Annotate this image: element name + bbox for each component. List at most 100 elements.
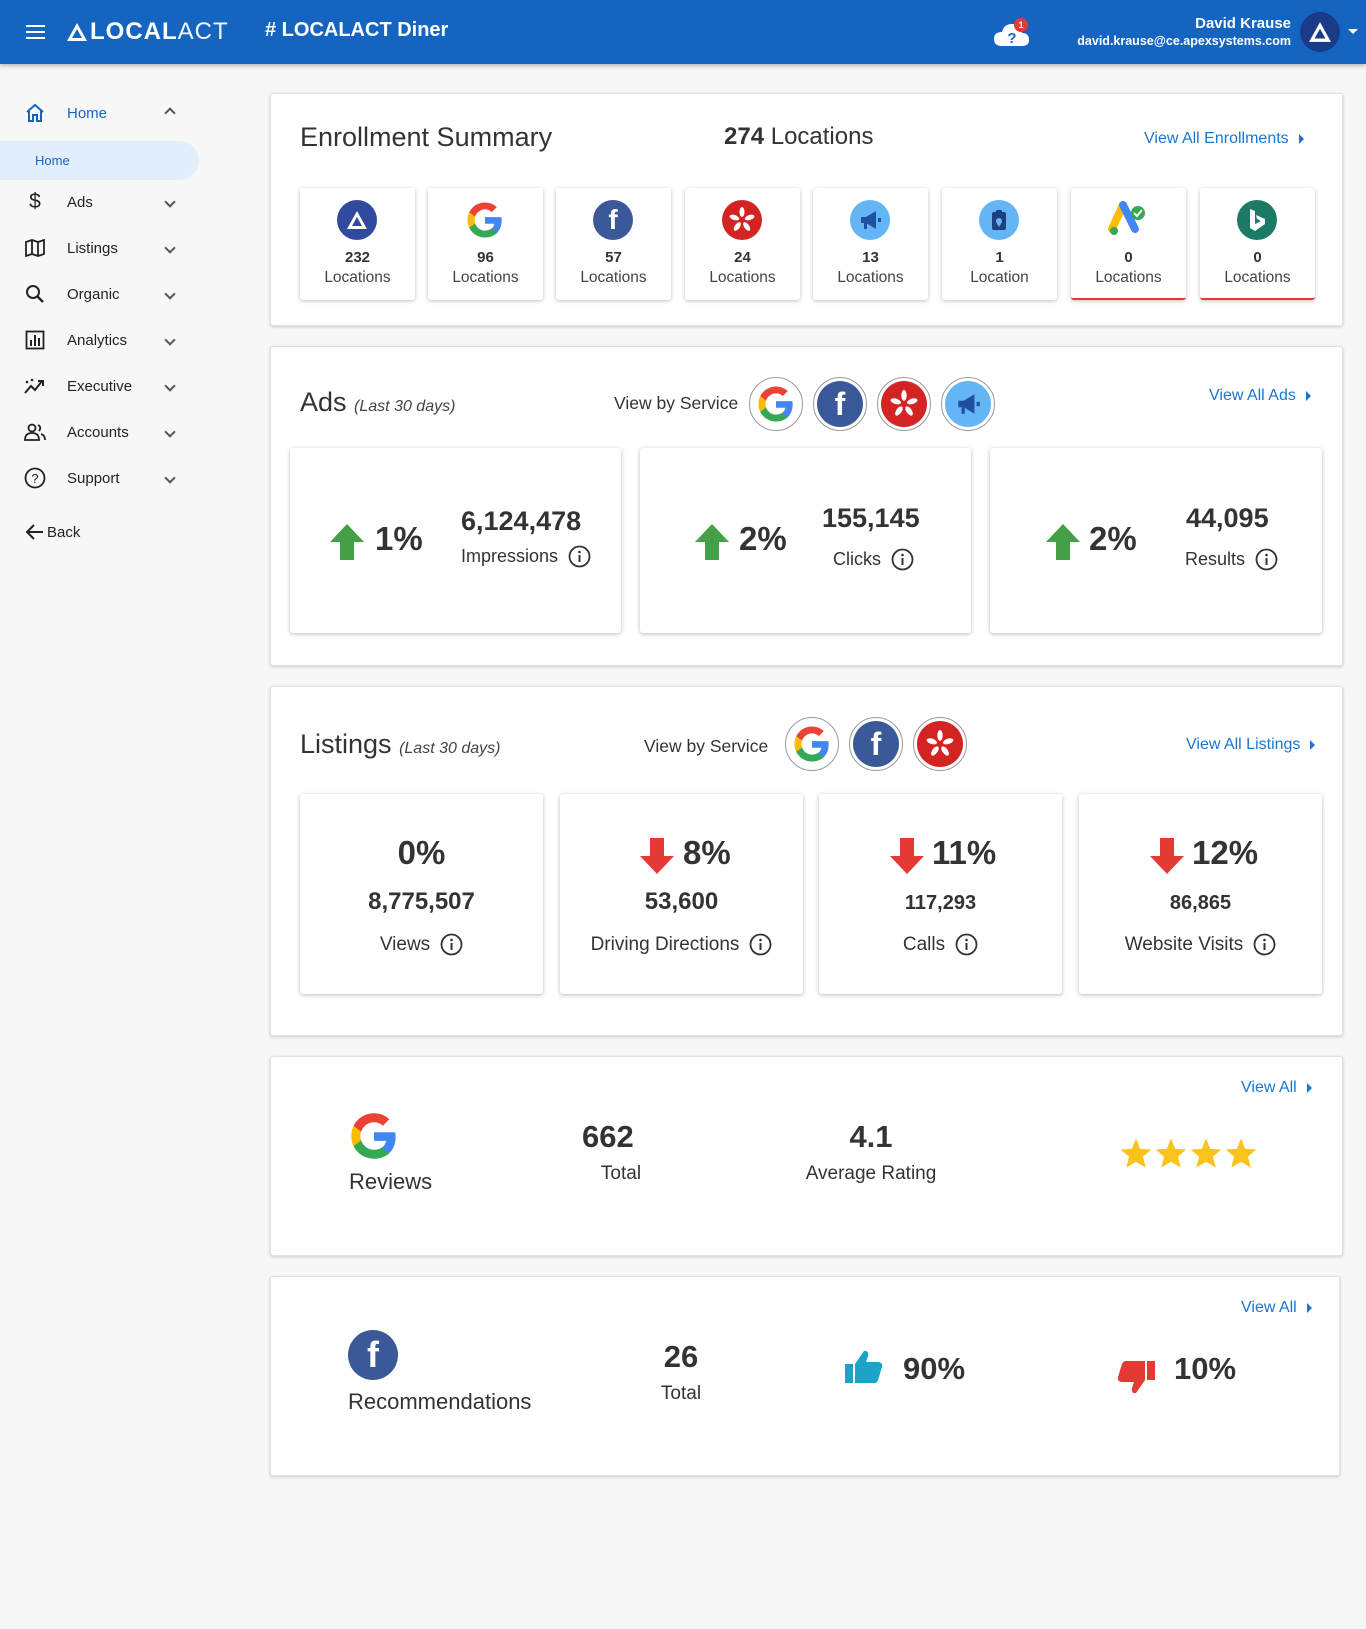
ads-clicks-label-text: Clicks <box>833 549 881 569</box>
total-locations-label: Locations <box>770 123 874 150</box>
enrollment-tile-facebook[interactable]: f 57 Locations <box>556 188 671 300</box>
enrollment-tile-google[interactable]: 96 Locations <box>428 188 543 300</box>
ads-impressions-label-text: Impressions <box>461 546 559 566</box>
view-all-recommendations-link[interactable]: View All <box>1241 1299 1312 1317</box>
view-all-listings-link[interactable]: View All Listings <box>1186 736 1315 754</box>
ads-results-label-text: Results <box>1185 549 1246 569</box>
tile-count: 96 <box>477 249 494 266</box>
ads-filter-google-button[interactable] <box>749 377 803 431</box>
enrollment-tile-bing[interactable]: 0 Locations <box>1200 188 1315 300</box>
back-button[interactable]: Back <box>0 512 200 552</box>
chevron-down-icon <box>164 426 176 438</box>
app-logo[interactable]: LOCAL ACT <box>66 18 229 46</box>
arrow-down-icon <box>1150 838 1184 874</box>
chevron-up-icon <box>164 107 176 119</box>
arrow-up-icon <box>695 524 729 560</box>
google-icon <box>351 1113 396 1159</box>
google-reviews-card: Reviews 662 Total 4.1 Average Rating Vie… <box>270 1056 1343 1256</box>
ads-metric-clicks: 2% 155,145 Clicks <box>640 448 971 633</box>
megaphone-icon <box>945 381 991 427</box>
average-rating-value: 4.1 <box>849 1119 893 1154</box>
sidebar-subitem-home[interactable]: Home <box>0 141 199 180</box>
info-icon[interactable] <box>749 933 772 956</box>
listings-directions-change: 8% <box>683 834 731 871</box>
menu-icon[interactable] <box>26 25 45 39</box>
enrollment-tile-megaphone[interactable]: 13 Locations <box>813 188 928 300</box>
map-pin-icon <box>979 200 1019 240</box>
analytics-icon <box>24 329 46 351</box>
listings-filter-yelp-button[interactable] <box>913 717 967 771</box>
facebook-recommendations-card: f Recommendations 26 Total 90% 10% View … <box>270 1276 1340 1476</box>
info-icon[interactable] <box>1255 548 1278 571</box>
dollar-icon: $ <box>29 190 41 213</box>
listings-calls-value: 117,293 <box>904 892 977 914</box>
tile-label: Locations <box>837 269 904 286</box>
home-icon <box>24 102 46 124</box>
localact-logo-icon <box>67 23 87 41</box>
ads-impressions-label: Impressions <box>461 545 591 568</box>
reviews-label: Reviews <box>349 1169 433 1194</box>
tile-label: Locations <box>709 269 776 286</box>
listings-filter-facebook-button[interactable]: f <box>849 717 903 771</box>
tile-count: 232 <box>344 249 371 266</box>
user-avatar[interactable] <box>1300 12 1340 52</box>
ads-period: (Last 30 days) <box>354 398 456 415</box>
recommendations-label: Recommendations <box>348 1389 532 1414</box>
ads-filter-facebook-button[interactable]: f <box>813 377 867 431</box>
chevron-down-icon <box>164 380 176 392</box>
negative-percent: 10% <box>1174 1351 1237 1386</box>
sidebar-item-organic[interactable]: Organic <box>0 274 200 314</box>
user-email: david.krause@ce.apexsystems.com <box>1077 34 1291 48</box>
info-icon[interactable] <box>568 545 591 568</box>
listings-calls-change: 11% <box>932 834 997 871</box>
ads-filter-megaphone-button[interactable] <box>941 377 995 431</box>
listings-website-label: Website Visits <box>1079 933 1322 956</box>
chevron-down-icon <box>164 334 176 346</box>
help-cloud-button[interactable]: ? 1 <box>992 18 1032 50</box>
listings-title: Listings (Last 30 days) <box>300 729 500 760</box>
ads-metric-impressions: 1% 6,124,478 Impressions <box>290 448 621 633</box>
google-icon <box>758 386 793 422</box>
listings-directions-value: 53,600 <box>644 888 719 915</box>
sidebar-item-home[interactable]: Home <box>0 93 200 133</box>
sidebar-subitem-label: Home <box>35 153 70 168</box>
arrow-down-icon <box>640 838 674 874</box>
star-icon <box>1155 1138 1187 1168</box>
tile-count: 24 <box>734 249 751 266</box>
ads-title: Ads (Last 30 days) <box>300 387 455 418</box>
chevron-down-icon <box>164 242 176 254</box>
recommendations-total-label: Total <box>660 1383 702 1404</box>
chevron-down-icon <box>164 196 176 208</box>
info-icon[interactable] <box>440 933 463 956</box>
enrollment-summary-title: Enrollment Summary <box>300 122 553 152</box>
facebook-icon: f <box>817 381 863 427</box>
sidebar-item-accounts[interactable]: Accounts <box>0 412 200 452</box>
ads-impressions-value: 6,124,478 <box>461 506 582 536</box>
sidebar-item-label: Accounts <box>67 423 129 441</box>
listings-website-label-text: Website Visits <box>1124 933 1244 955</box>
ads-filter-yelp-button[interactable] <box>877 377 931 431</box>
view-all-ads-link[interactable]: View All Ads <box>1209 387 1311 405</box>
listings-filter-google-button[interactable] <box>785 717 839 771</box>
enrollment-tile-yelp[interactable]: 24 Locations <box>685 188 800 300</box>
info-icon[interactable] <box>955 933 978 956</box>
sidebar-item-support[interactable]: ? Support <box>0 458 200 498</box>
view-all-reviews-link[interactable]: View All <box>1241 1079 1312 1097</box>
ads-clicks-value: 155,145 <box>822 503 920 533</box>
sidebar-item-executive[interactable]: Executive <box>0 366 200 406</box>
star-icon <box>1225 1138 1257 1168</box>
ads-metric-results: 2% 44,095 Results <box>990 448 1322 633</box>
enrollment-tile-map-pin[interactable]: 1 Location <box>942 188 1057 300</box>
info-icon[interactable] <box>891 548 914 571</box>
facebook-icon: f <box>593 200 633 240</box>
account-menu-caret-icon[interactable] <box>1348 29 1358 34</box>
notification-badge: 1 <box>1014 18 1028 32</box>
listings-title-text: Listings <box>300 729 392 759</box>
sidebar-item-ads[interactable]: $ Ads <box>0 182 200 222</box>
info-icon[interactable] <box>1253 933 1276 956</box>
enrollment-tile-google-ads[interactable]: 0 Locations <box>1071 188 1186 300</box>
enrollment-tile-localact[interactable]: 232 Locations <box>300 188 415 300</box>
sidebar-item-analytics[interactable]: Analytics <box>0 320 200 360</box>
sidebar-item-listings[interactable]: Listings <box>0 228 200 268</box>
view-all-enrollments-link[interactable]: View All Enrollments <box>1144 130 1304 148</box>
